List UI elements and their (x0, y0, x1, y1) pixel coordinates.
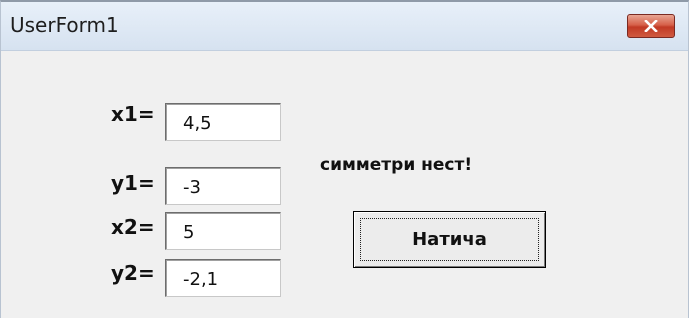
window-title: UserForm1 (10, 13, 119, 37)
label-y1: y1= (111, 171, 155, 195)
textbox-y2-value: -2,1 (183, 269, 219, 290)
textbox-x1-value: 4,5 (183, 113, 212, 134)
submit-button-label: Натича (412, 229, 487, 250)
form-body: x1= 4,5 y1= -3 x2= 5 y2= -2,1 симметри н… (1, 51, 688, 318)
result-message: симметри нест! (320, 155, 473, 175)
submit-button[interactable]: Натича (353, 211, 546, 268)
label-x1: x1= (111, 102, 155, 126)
userform-window: UserForm1 x1= 4,5 y1= -3 x2= 5 y2= -2,1 … (0, 0, 689, 318)
textbox-y1[interactable]: -3 (165, 167, 281, 205)
close-icon (644, 20, 658, 32)
close-button[interactable] (627, 14, 675, 38)
label-x2: x2= (111, 215, 155, 239)
textbox-x1[interactable]: 4,5 (165, 103, 281, 141)
textbox-y1-value: -3 (183, 177, 201, 198)
textbox-x2-value: 5 (183, 222, 195, 243)
textbox-y2[interactable]: -2,1 (165, 259, 281, 297)
title-bar[interactable]: UserForm1 (1, 2, 688, 51)
label-y2: y2= (111, 261, 155, 285)
textbox-x2[interactable]: 5 (165, 212, 281, 250)
